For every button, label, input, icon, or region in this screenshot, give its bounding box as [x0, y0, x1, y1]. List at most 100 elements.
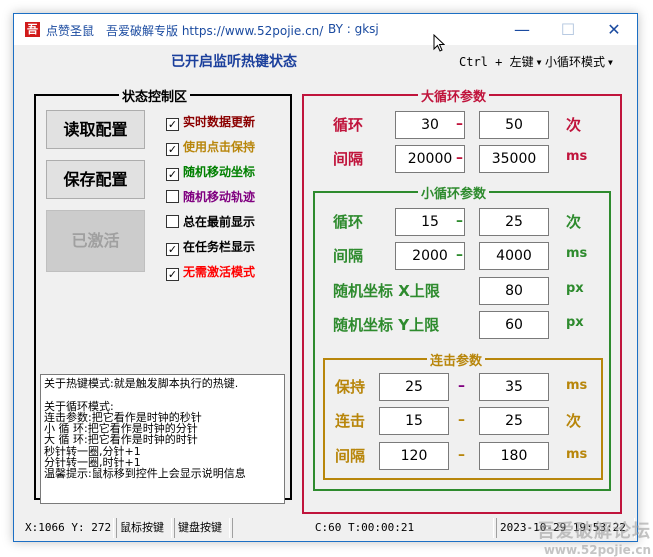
- big-interval-label: 间隔: [333, 150, 364, 168]
- checkbox-empty-icon[interactable]: [166, 190, 179, 203]
- chevron-down-icon: ▼: [608, 58, 613, 67]
- big-interval-max-field[interactable]: 35000: [479, 145, 549, 173]
- option-checkbox-label: 总在最前显示: [183, 215, 256, 229]
- coords-readout: X:1066 Y: 272: [22, 518, 114, 538]
- combo-interval-label: 间隔: [335, 447, 366, 465]
- rand-y-unit: px: [566, 315, 584, 330]
- checkmark-icon[interactable]: ✓: [166, 243, 179, 256]
- option-checkbox-label: 无需激活模式: [183, 265, 256, 279]
- watermark: 吾爱破解论坛 www.52pojie.cn: [537, 517, 651, 557]
- small-interval-unit: ms: [566, 246, 588, 261]
- option-checkbox[interactable]: ✓ 无需激活模式: [166, 264, 256, 281]
- click-max-field[interactable]: 25: [479, 407, 549, 435]
- keyboard-keys-readout: 键盘按键: [174, 518, 230, 538]
- small-interval-max-field[interactable]: 4000: [479, 242, 549, 270]
- info-line: 关于热键模式:就是触发脚本执行的热键.: [44, 377, 239, 390]
- hotkey-header: 已开启监听热键状态 Ctrl + 左键 ▼ 小循环模式 ▼: [14, 45, 637, 75]
- checkbox-empty-icon[interactable]: [166, 215, 179, 228]
- checkmark-icon[interactable]: ✓: [166, 118, 179, 131]
- status-title: 已开启监听热键状态: [171, 54, 297, 70]
- option-checkbox[interactable]: ✓ 实时数据更新: [166, 114, 256, 131]
- small-loop-max-field[interactable]: 25: [479, 208, 549, 236]
- checkmark-icon[interactable]: ✓: [166, 268, 179, 281]
- option-checkbox[interactable]: 总在最前显示: [166, 214, 255, 230]
- big-loop-dash: –: [456, 116, 463, 132]
- click-min-field[interactable]: 15: [379, 407, 449, 435]
- hold-max-field[interactable]: 35: [479, 373, 549, 401]
- small-interval-label: 间隔: [333, 247, 364, 265]
- author-text: BY : gksj: [328, 22, 379, 36]
- info-line: 温馨提示:鼠标移到控件上会显示说明信息: [44, 467, 246, 481]
- small-loop-title: 小循环参数: [418, 183, 490, 202]
- control-panel: 状态控制区 读取配置 保存配置 已激活 ✓ 实时数据更新 ✓ 使用点击保持 ✓ 随机移动坐…: [34, 86, 292, 504]
- big-loop-max-field[interactable]: 50: [479, 111, 549, 139]
- option-checkbox[interactable]: ✓ 使用点击保持: [166, 139, 256, 156]
- watermark-line1: 吾爱破解论坛: [537, 521, 651, 542]
- hotkey-mode-select[interactable]: 小循环模式 ▼: [545, 53, 613, 70]
- hold-label: 保持: [335, 378, 366, 396]
- combo-interval-min-field[interactable]: 120: [379, 442, 449, 470]
- hold-unit: ms: [566, 378, 588, 393]
- option-checkbox[interactable]: ✓ 在任务栏显示: [166, 239, 256, 256]
- edition-text: 吾爱破解专版 https://www.52pojie.cn/: [106, 24, 324, 38]
- control-panel-title: 状态控制区: [119, 86, 191, 105]
- big-interval-min-field[interactable]: 20000: [395, 145, 465, 173]
- combo-title: 连击参数: [427, 350, 486, 369]
- option-checkbox-label: 使用点击保持: [183, 140, 256, 154]
- app-window: 吾 点赞圣鼠 吾爱破解专版 https://www.52pojie.cn/ BY…: [13, 13, 638, 542]
- app-name: 点赞圣鼠: [46, 24, 95, 38]
- mouse-keys-readout: 鼠标按键: [116, 518, 172, 538]
- close-button[interactable]: ✕: [591, 14, 637, 45]
- rand-x-unit: px: [566, 281, 584, 296]
- read-config-button[interactable]: 读取配置: [46, 110, 145, 149]
- combo-interval-max-field[interactable]: 180: [479, 442, 549, 470]
- small-interval-min-field[interactable]: 2000: [395, 242, 465, 270]
- info-line: [44, 389, 281, 400]
- big-loop-min-field[interactable]: 30: [395, 111, 465, 139]
- small-loop-label: 循环: [333, 213, 364, 231]
- info-text-box[interactable]: 关于热键模式:就是触发脚本执行的热键. 关于循环模式: 连击参数:把它看作是时钟的…: [40, 374, 285, 504]
- rand-y-field[interactable]: 60: [479, 311, 549, 339]
- combo-panel: 连击参数 保持 25 – 35 ms 连击 15 – 25 次 间隔 120 –…: [323, 350, 603, 480]
- small-loop-panel: 小循环参数 循环 15 – 25 次 间隔 2000 – 4000 ms 随机坐…: [313, 183, 611, 491]
- checkmark-icon[interactable]: ✓: [166, 143, 179, 156]
- option-checkbox-label: 随机移动坐标: [183, 165, 256, 179]
- mouse-cursor-icon: [433, 34, 445, 52]
- option-checkbox-label: 实时数据更新: [183, 115, 256, 129]
- option-checkbox-label: 在任务栏显示: [183, 240, 256, 254]
- maximize-button[interactable]: ☐: [545, 14, 591, 45]
- small-loop-unit: 次: [566, 213, 582, 231]
- click-label: 连击: [335, 412, 366, 430]
- minimize-button[interactable]: —: [499, 14, 545, 45]
- watermark-line2: www.52pojie.cn: [543, 543, 651, 557]
- big-loop-title: 大循环参数: [418, 86, 490, 105]
- small-loop-min-field[interactable]: 15: [395, 208, 465, 236]
- hold-min-field[interactable]: 25: [379, 373, 449, 401]
- hotkey-modifier-select[interactable]: Ctrl + 左键 ▼: [459, 53, 541, 70]
- option-checkbox[interactable]: 随机移动轨迹: [166, 189, 255, 205]
- click-dash: –: [458, 412, 465, 428]
- rand-x-field[interactable]: 80: [479, 277, 549, 305]
- big-loop-unit: 次: [566, 116, 582, 134]
- checkmark-icon[interactable]: ✓: [166, 168, 179, 181]
- big-loop-panel: 大循环参数 循环 30 – 50 次 间隔 20000 – 35000 ms 小…: [302, 86, 622, 514]
- small-interval-dash: –: [456, 247, 463, 263]
- rand-y-label: 随机坐标 Y上限: [333, 316, 440, 334]
- big-loop-label: 循环: [333, 116, 364, 134]
- big-interval-dash: –: [456, 150, 463, 166]
- big-interval-unit: ms: [566, 149, 588, 164]
- small-loop-dash: –: [456, 213, 463, 229]
- chevron-down-icon: ▼: [536, 58, 542, 67]
- hold-dash: –: [458, 378, 465, 394]
- rand-x-label: 随机坐标 X上限: [333, 282, 440, 300]
- counter-readout: C:60 T:00:00:21: [232, 518, 494, 538]
- combo-interval-unit: ms: [566, 447, 588, 462]
- title-bar[interactable]: 吾 点赞圣鼠 吾爱破解专版 https://www.52pojie.cn/ BY…: [14, 14, 637, 45]
- click-unit: 次: [566, 412, 582, 430]
- option-checkbox[interactable]: ✓ 随机移动坐标: [166, 164, 256, 181]
- save-config-button[interactable]: 保存配置: [46, 160, 145, 199]
- app-icon: 吾: [25, 22, 40, 37]
- option-checkbox-label: 随机移动轨迹: [183, 190, 256, 204]
- activated-button[interactable]: 已激活: [46, 210, 145, 272]
- combo-interval-dash: –: [458, 447, 465, 463]
